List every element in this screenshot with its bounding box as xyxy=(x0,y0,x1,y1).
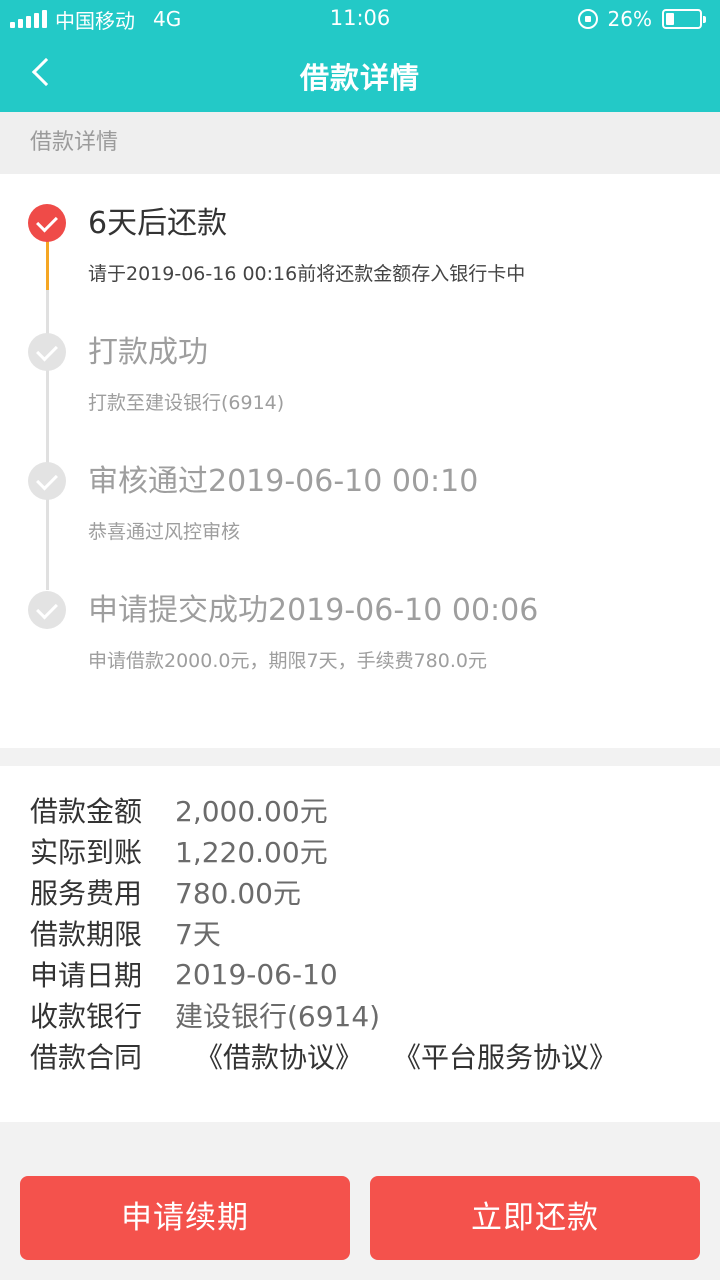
step-title: 审核通过2019-06-10 00:10 xyxy=(88,464,479,499)
timeline-step-transfer: 打款成功 打款至建设银行(6914) xyxy=(0,303,720,433)
detail-row-received: 实际到账 1,220.00元 xyxy=(30,831,328,871)
check-icon xyxy=(28,333,66,371)
page-title: 借款详情 xyxy=(299,61,420,95)
status-right: 26% xyxy=(577,6,706,32)
detail-label: 申请日期 xyxy=(30,959,143,992)
repay-button[interactable]: 立即还款 xyxy=(370,1176,700,1260)
detail-value: 780.00元 xyxy=(175,877,301,910)
check-icon xyxy=(28,204,66,242)
bottom-actions: 申请续期 立即还款 xyxy=(0,1140,720,1280)
step-title: 6天后还款 xyxy=(88,206,228,241)
detail-label: 服务费用 xyxy=(30,877,143,910)
detail-row-term: 借款期限 7天 xyxy=(30,913,221,953)
nav-bar: 借款详情 xyxy=(0,38,720,112)
step-desc: 请于2019-06-16 00:16前将还款金额存入银行卡中 xyxy=(88,263,526,285)
status-bar: 中国移动 4G 11:06 26% xyxy=(0,0,720,38)
app-header: 中国移动 4G 11:06 26% 借款详情 xyxy=(0,0,720,112)
timeline-step-approved: 审核通过2019-06-10 00:10 恭喜通过风控审核 xyxy=(0,432,720,562)
section-label: 借款详情 xyxy=(0,112,720,174)
check-icon xyxy=(28,591,66,629)
timeline-step-repay: 6天后还款 请于2019-06-16 00:16前将还款金额存入银行卡中 xyxy=(0,174,720,304)
loan-details: 借款金额 2,000.00元 实际到账 1,220.00元 服务费用 780.0… xyxy=(0,766,720,1122)
detail-row-fee: 服务费用 780.00元 xyxy=(30,872,301,912)
step-desc: 申请借款2000.0元，期限7天，手续费780.0元 xyxy=(88,650,487,672)
detail-value: 1,220.00元 xyxy=(175,836,328,869)
detail-row-bank: 收款银行 建设银行(6914) xyxy=(30,995,380,1035)
step-title: 打款成功 xyxy=(88,335,208,370)
detail-label: 借款合同 xyxy=(30,1041,143,1074)
rotation-lock-icon xyxy=(577,9,598,29)
loan-agreement-link[interactable]: 《借款协议》 xyxy=(195,1036,363,1076)
detail-row-amount: 借款金额 2,000.00元 xyxy=(30,790,328,830)
detail-label: 借款期限 xyxy=(30,918,143,951)
step-desc: 打款至建设银行(6914) xyxy=(88,392,285,414)
step-desc: 恭喜通过风控审核 xyxy=(88,521,241,543)
detail-row-contract: 借款合同 《借款协议》 《平台服务协议》 xyxy=(30,1036,627,1076)
detail-value: 2019-06-10 xyxy=(175,957,338,991)
detail-value: 建设银行(6914) xyxy=(175,1000,381,1033)
detail-value: 2,000.00元 xyxy=(175,795,328,828)
detail-label: 实际到账 xyxy=(30,836,143,869)
battery-percent: 26% xyxy=(607,7,652,31)
platform-service-agreement-link[interactable]: 《平台服务协议》 xyxy=(393,1036,617,1076)
detail-row-date: 申请日期 2019-06-10 xyxy=(30,954,338,994)
detail-value: 7天 xyxy=(175,918,221,951)
renew-button[interactable]: 申请续期 xyxy=(20,1176,350,1260)
detail-label: 收款银行 xyxy=(30,1000,143,1033)
check-icon xyxy=(28,462,66,500)
timeline-step-submitted: 申请提交成功2019-06-10 00:06 申请借款2000.0元，期限7天，… xyxy=(0,561,720,691)
loan-timeline: 6天后还款 请于2019-06-16 00:16前将还款金额存入银行卡中 打款成… xyxy=(0,174,720,748)
battery-icon xyxy=(662,9,706,29)
step-title: 申请提交成功2019-06-10 00:06 xyxy=(88,593,539,628)
detail-label: 借款金额 xyxy=(30,795,143,828)
